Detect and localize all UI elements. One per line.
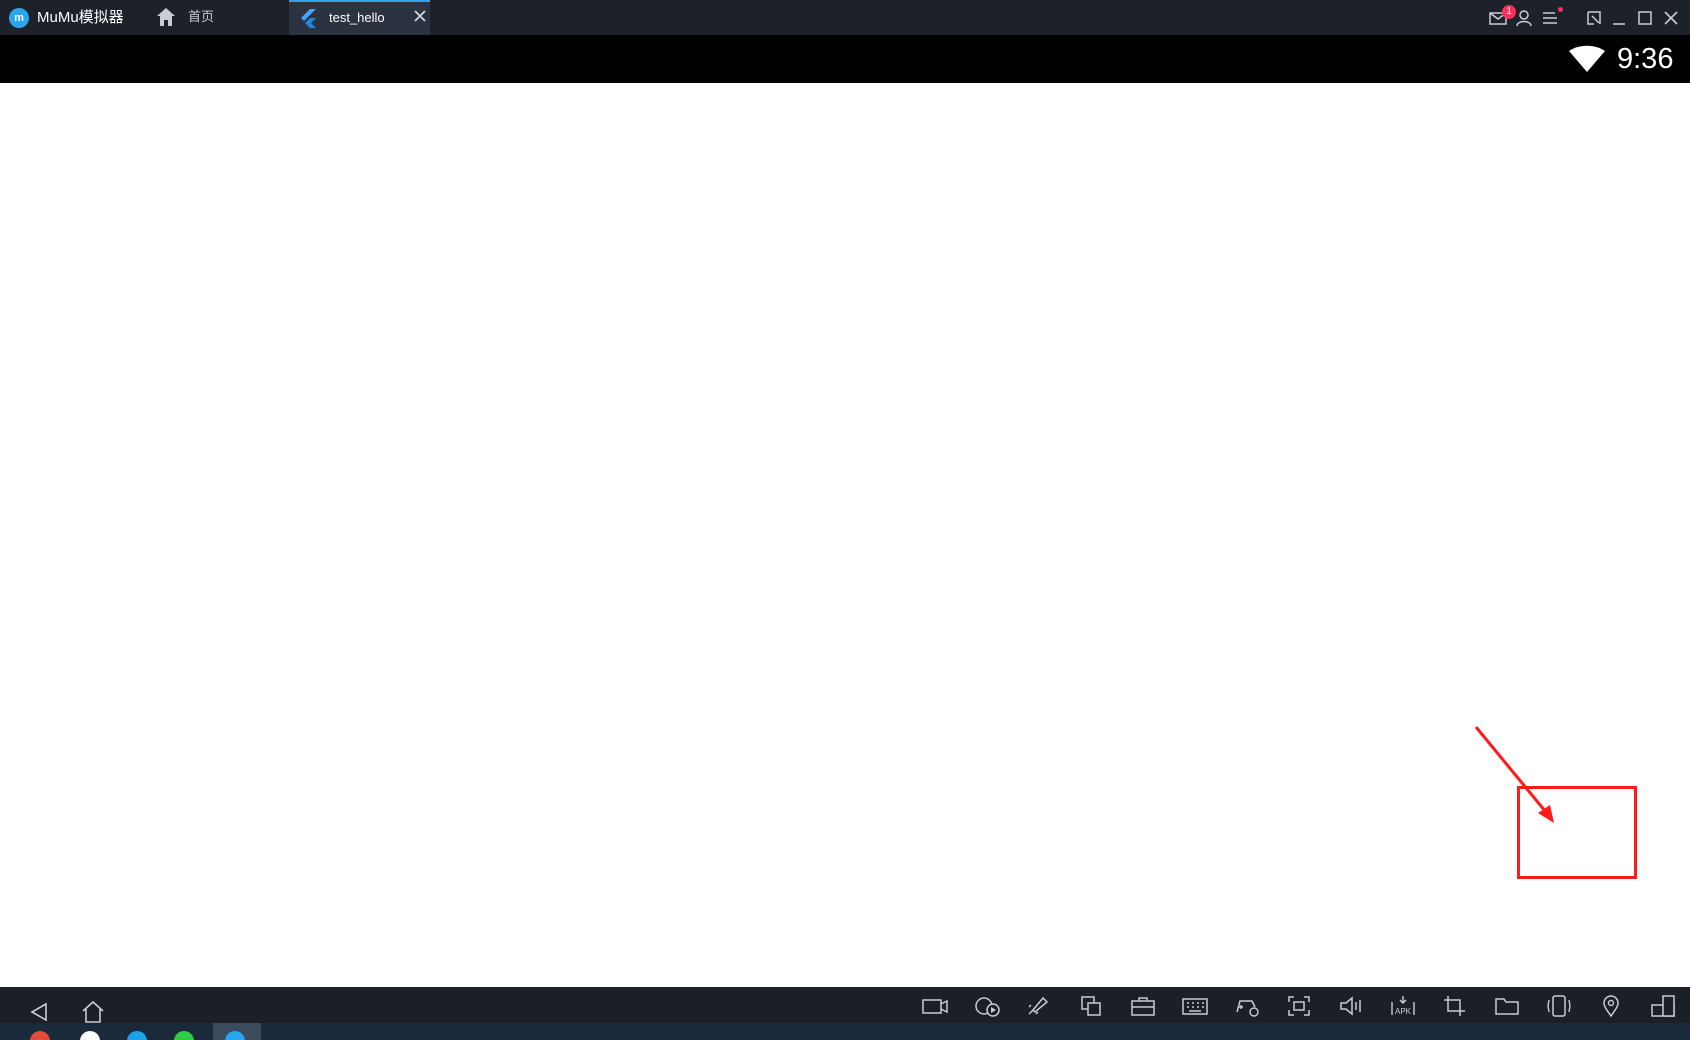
location-icon[interactable] [1597, 994, 1625, 1018]
tab-home[interactable]: 首页 [150, 0, 285, 35]
toolbox-icon[interactable] [1129, 994, 1157, 1018]
home-icon[interactable] [80, 1000, 106, 1024]
crop-icon[interactable] [1441, 994, 1469, 1018]
flutter-app-icon [301, 9, 316, 28]
tab-test-hello[interactable]: test_hello [289, 0, 430, 35]
chrome-app-icon[interactable] [30, 1031, 50, 1040]
back-icon[interactable] [28, 1001, 50, 1023]
video-record-icon[interactable] [921, 994, 949, 1018]
taskbar-app-icon[interactable] [80, 1031, 100, 1040]
app-title: MuMu模拟器 [37, 9, 124, 26]
maximize-icon[interactable] [1635, 8, 1655, 28]
rotate-icon[interactable] [1649, 994, 1677, 1018]
tab-label: test_hello [329, 10, 385, 25]
keyboard-icon[interactable] [1181, 994, 1209, 1018]
tab-close-icon[interactable] [413, 9, 427, 23]
windows-taskbar [0, 1023, 1690, 1040]
folder-icon[interactable] [1493, 994, 1521, 1018]
browser-app-icon[interactable] [127, 1031, 147, 1040]
screenshot-icon[interactable] [1285, 994, 1313, 1018]
multi-instance-icon[interactable] [1077, 994, 1105, 1018]
rocket-icon[interactable] [1025, 994, 1053, 1018]
home-tab-label: 首页 [188, 9, 215, 24]
emulator-toolbar: APK [0, 987, 1690, 1023]
mumu-logo-icon: m [9, 8, 29, 28]
android-status-bar: 9:36 [0, 35, 1690, 83]
emulator-title-bar: m MuMu模拟器 首页 test_hello 1 [0, 0, 1690, 35]
volume-icon[interactable] [1337, 994, 1365, 1018]
status-clock: 9:36 [1617, 43, 1674, 75]
home-tab-icon [157, 8, 175, 26]
menu-icon[interactable] [1540, 8, 1560, 28]
minimize-icon[interactable] [1609, 8, 1629, 28]
app-content [0, 83, 1690, 987]
gamepad-icon[interactable] [1233, 994, 1261, 1018]
user-icon[interactable] [1514, 8, 1534, 28]
menu-notification-dot [1558, 7, 1563, 12]
wechat-app-icon[interactable] [174, 1031, 194, 1040]
restore-icon[interactable] [1584, 8, 1604, 28]
shake-icon[interactable] [1545, 994, 1573, 1018]
apk-install-icon[interactable]: APK [1389, 994, 1417, 1018]
close-icon[interactable] [1661, 8, 1681, 28]
svg-text:APK: APK [1395, 1007, 1412, 1016]
wifi-icon [1569, 45, 1605, 72]
annotation-box [1517, 786, 1637, 879]
macro-icon[interactable] [973, 994, 1001, 1018]
